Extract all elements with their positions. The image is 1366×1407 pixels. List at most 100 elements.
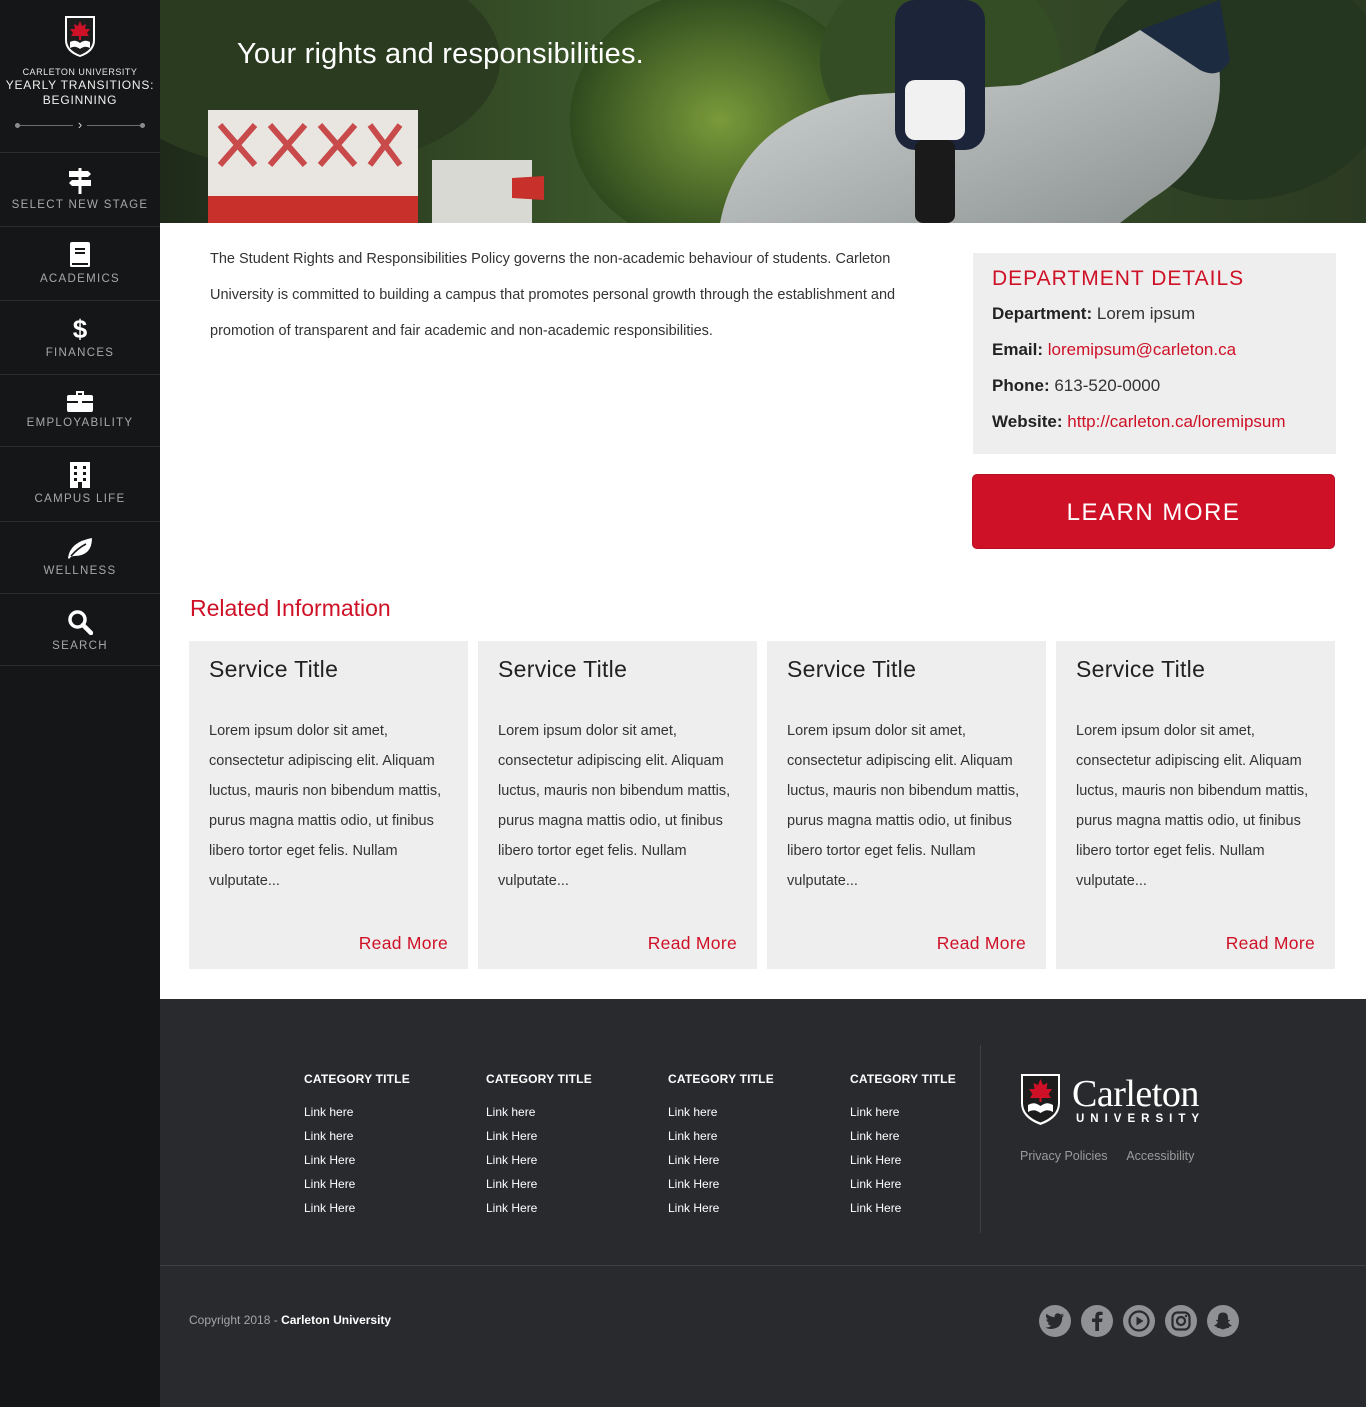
footer-link[interactable]: Link here bbox=[304, 1124, 464, 1148]
department-row: Department: Lorem ipsum bbox=[992, 302, 1336, 325]
phone-label: Phone: bbox=[992, 376, 1050, 395]
youtube-icon[interactable] bbox=[1123, 1305, 1155, 1337]
service-card-body: Lorem ipsum dolor sit amet, consectetur … bbox=[209, 723, 442, 889]
footer-legal-links: Privacy Policies Accessibility bbox=[1020, 1149, 1210, 1163]
phone-value: 613-520-0000 bbox=[1054, 376, 1161, 395]
footer-column: CATEGORY TITLE Link here Link here Link … bbox=[304, 1072, 464, 1220]
footer-category-title: CATEGORY TITLE bbox=[668, 1072, 774, 1086]
department-value: Lorem ipsum bbox=[1096, 304, 1196, 323]
footer-category-title: CATEGORY TITLE bbox=[850, 1072, 956, 1086]
program-title-line1: YEARLY TRANSITIONS: bbox=[5, 78, 155, 92]
book-icon bbox=[70, 242, 90, 267]
svg-text:$: $ bbox=[73, 316, 88, 342]
footer-category-title: CATEGORY TITLE bbox=[304, 1072, 410, 1086]
email-link[interactable]: loremipsum@carleton.ca bbox=[1048, 340, 1236, 359]
sidebar-item-employability[interactable]: EMPLOYABILITY bbox=[0, 375, 160, 447]
sidebar-brand[interactable]: CARLETON UNIVERSITY YEARLY TRANSITIONS: … bbox=[0, 0, 160, 153]
hero-photo-equestrian bbox=[160, 0, 1366, 223]
footer-link[interactable]: Link here bbox=[304, 1100, 464, 1124]
footer-link[interactable]: Link here bbox=[850, 1124, 1010, 1148]
signpost-icon bbox=[69, 168, 91, 194]
footer-link[interactable]: Link Here bbox=[486, 1148, 646, 1172]
service-card-title: Service Title bbox=[209, 656, 339, 682]
carleton-logo[interactable]: Carleton UNIVERSITY bbox=[1020, 1073, 1230, 1132]
twitter-icon[interactable] bbox=[1039, 1305, 1071, 1337]
program-title-line2: BEGINNING bbox=[42, 93, 118, 107]
footer-link[interactable]: Link Here bbox=[486, 1124, 646, 1148]
footer-column: CATEGORY TITLE Link here Link Here Link … bbox=[486, 1072, 646, 1220]
service-card-body: Lorem ipsum dolor sit amet, consectetur … bbox=[1076, 723, 1309, 889]
read-more-link[interactable]: Read More bbox=[359, 933, 448, 954]
footer-divider bbox=[980, 1045, 981, 1233]
service-card-body: Lorem ipsum dolor sit amet, consectetur … bbox=[787, 723, 1020, 889]
read-more-link[interactable]: Read More bbox=[1226, 933, 1315, 954]
carleton-crest-icon bbox=[65, 16, 95, 57]
sidebar-item-label: SELECT NEW STAGE bbox=[11, 199, 149, 211]
email-label: Email: bbox=[992, 340, 1044, 359]
service-card-title: Service Title bbox=[787, 656, 917, 682]
sidebar-item-search[interactable]: SEARCH bbox=[0, 594, 160, 666]
sidebar-item-academics[interactable]: ACADEMICS bbox=[0, 227, 160, 301]
service-card-title: Service Title bbox=[1076, 656, 1206, 682]
leaf-icon bbox=[68, 538, 92, 559]
footer-link[interactable]: Link here bbox=[486, 1100, 646, 1124]
footer-link[interactable]: Link Here bbox=[850, 1148, 1010, 1172]
footer-link[interactable]: Link Here bbox=[486, 1196, 646, 1220]
footer-link[interactable]: Link here bbox=[668, 1100, 828, 1124]
service-card: Service Title Lorem ipsum dolor sit amet… bbox=[189, 641, 468, 969]
footer-link[interactable]: Link Here bbox=[668, 1196, 828, 1220]
service-card: Service Title Lorem ipsum dolor sit amet… bbox=[1056, 641, 1335, 969]
sidebar-item-label: FINANCES bbox=[45, 347, 115, 359]
page-title: Your rights and responsibilities. bbox=[237, 38, 644, 70]
sidebar-item-label: EMPLOYABILITY bbox=[26, 417, 134, 429]
service-card-title: Service Title bbox=[498, 656, 628, 682]
instagram-icon[interactable] bbox=[1165, 1305, 1197, 1337]
stage-progress[interactable]: › bbox=[15, 118, 145, 133]
footer-link[interactable]: Link Here bbox=[304, 1172, 464, 1196]
footer-rule bbox=[160, 1265, 1366, 1266]
related-information-heading: Related Information bbox=[190, 595, 391, 621]
sidebar-item-label: ACADEMICS bbox=[39, 273, 121, 285]
footer-link[interactable]: Link Here bbox=[304, 1196, 464, 1220]
email-row: Email: loremipsum@carleton.ca bbox=[992, 338, 1336, 361]
learn-more-button[interactable]: LEARN MORE bbox=[972, 474, 1335, 549]
sidebar-item-label: WELLNESS bbox=[43, 565, 117, 577]
privacy-policies-link[interactable]: Privacy Policies bbox=[1020, 1149, 1108, 1163]
sidebar-item-select-new-stage[interactable]: SELECT NEW STAGE bbox=[0, 153, 160, 227]
copyright-text: Copyright 2018 - bbox=[189, 1313, 282, 1327]
intro-paragraph: The Student Rights and Responsibilities … bbox=[210, 251, 896, 339]
footer-link[interactable]: Link Here bbox=[486, 1172, 646, 1196]
sidebar-item-wellness[interactable]: WELLNESS bbox=[0, 522, 160, 594]
footer-link[interactable]: Link Here bbox=[668, 1172, 828, 1196]
footer-link[interactable]: Link here bbox=[850, 1100, 1010, 1124]
footer-link[interactable]: Link Here bbox=[850, 1196, 1010, 1220]
service-card: Service Title Lorem ipsum dolor sit amet… bbox=[478, 641, 757, 969]
search-icon bbox=[68, 610, 93, 635]
footer-link[interactable]: Link Here bbox=[304, 1148, 464, 1172]
sidebar-item-finances[interactable]: $ FINANCES bbox=[0, 301, 160, 375]
sidebar-item-campus-life[interactable]: CAMPUS LIFE bbox=[0, 447, 160, 522]
hero-banner: Your rights and responsibilities. bbox=[160, 0, 1366, 223]
read-more-link[interactable]: Read More bbox=[937, 933, 1026, 954]
footer-link[interactable]: Link Here bbox=[850, 1172, 1010, 1196]
copyright: Copyright 2018 - Carleton University bbox=[189, 1313, 391, 1327]
service-card: Service Title Lorem ipsum dolor sit amet… bbox=[767, 641, 1046, 969]
service-card-body: Lorem ipsum dolor sit amet, consectetur … bbox=[498, 723, 731, 889]
website-label: Website: bbox=[992, 412, 1063, 431]
sidebar: CARLETON UNIVERSITY YEARLY TRANSITIONS: … bbox=[0, 0, 160, 1407]
read-more-link[interactable]: Read More bbox=[648, 933, 737, 954]
sidebar-item-label: CAMPUS LIFE bbox=[34, 493, 126, 505]
facebook-icon[interactable] bbox=[1081, 1305, 1113, 1337]
snapchat-icon[interactable] bbox=[1207, 1305, 1239, 1337]
department-details-panel: DEPARTMENT DETAILS Department: Lorem ips… bbox=[973, 253, 1336, 454]
accessibility-link[interactable]: Accessibility bbox=[1126, 1149, 1194, 1163]
logo-wordmark: Carleton bbox=[1072, 1073, 1199, 1115]
chevron-right-icon[interactable]: › bbox=[73, 118, 87, 132]
website-link[interactable]: http://carleton.ca/loremipsum bbox=[1067, 412, 1285, 431]
site-footer: CATEGORY TITLE Link here Link here Link … bbox=[160, 999, 1366, 1407]
phone-row: Phone: 613-520-0000 bbox=[992, 374, 1336, 397]
footer-link[interactable]: Link Here bbox=[668, 1148, 828, 1172]
briefcase-icon bbox=[67, 391, 93, 412]
copyright-org[interactable]: Carleton University bbox=[281, 1313, 391, 1327]
footer-link[interactable]: Link here bbox=[668, 1124, 828, 1148]
